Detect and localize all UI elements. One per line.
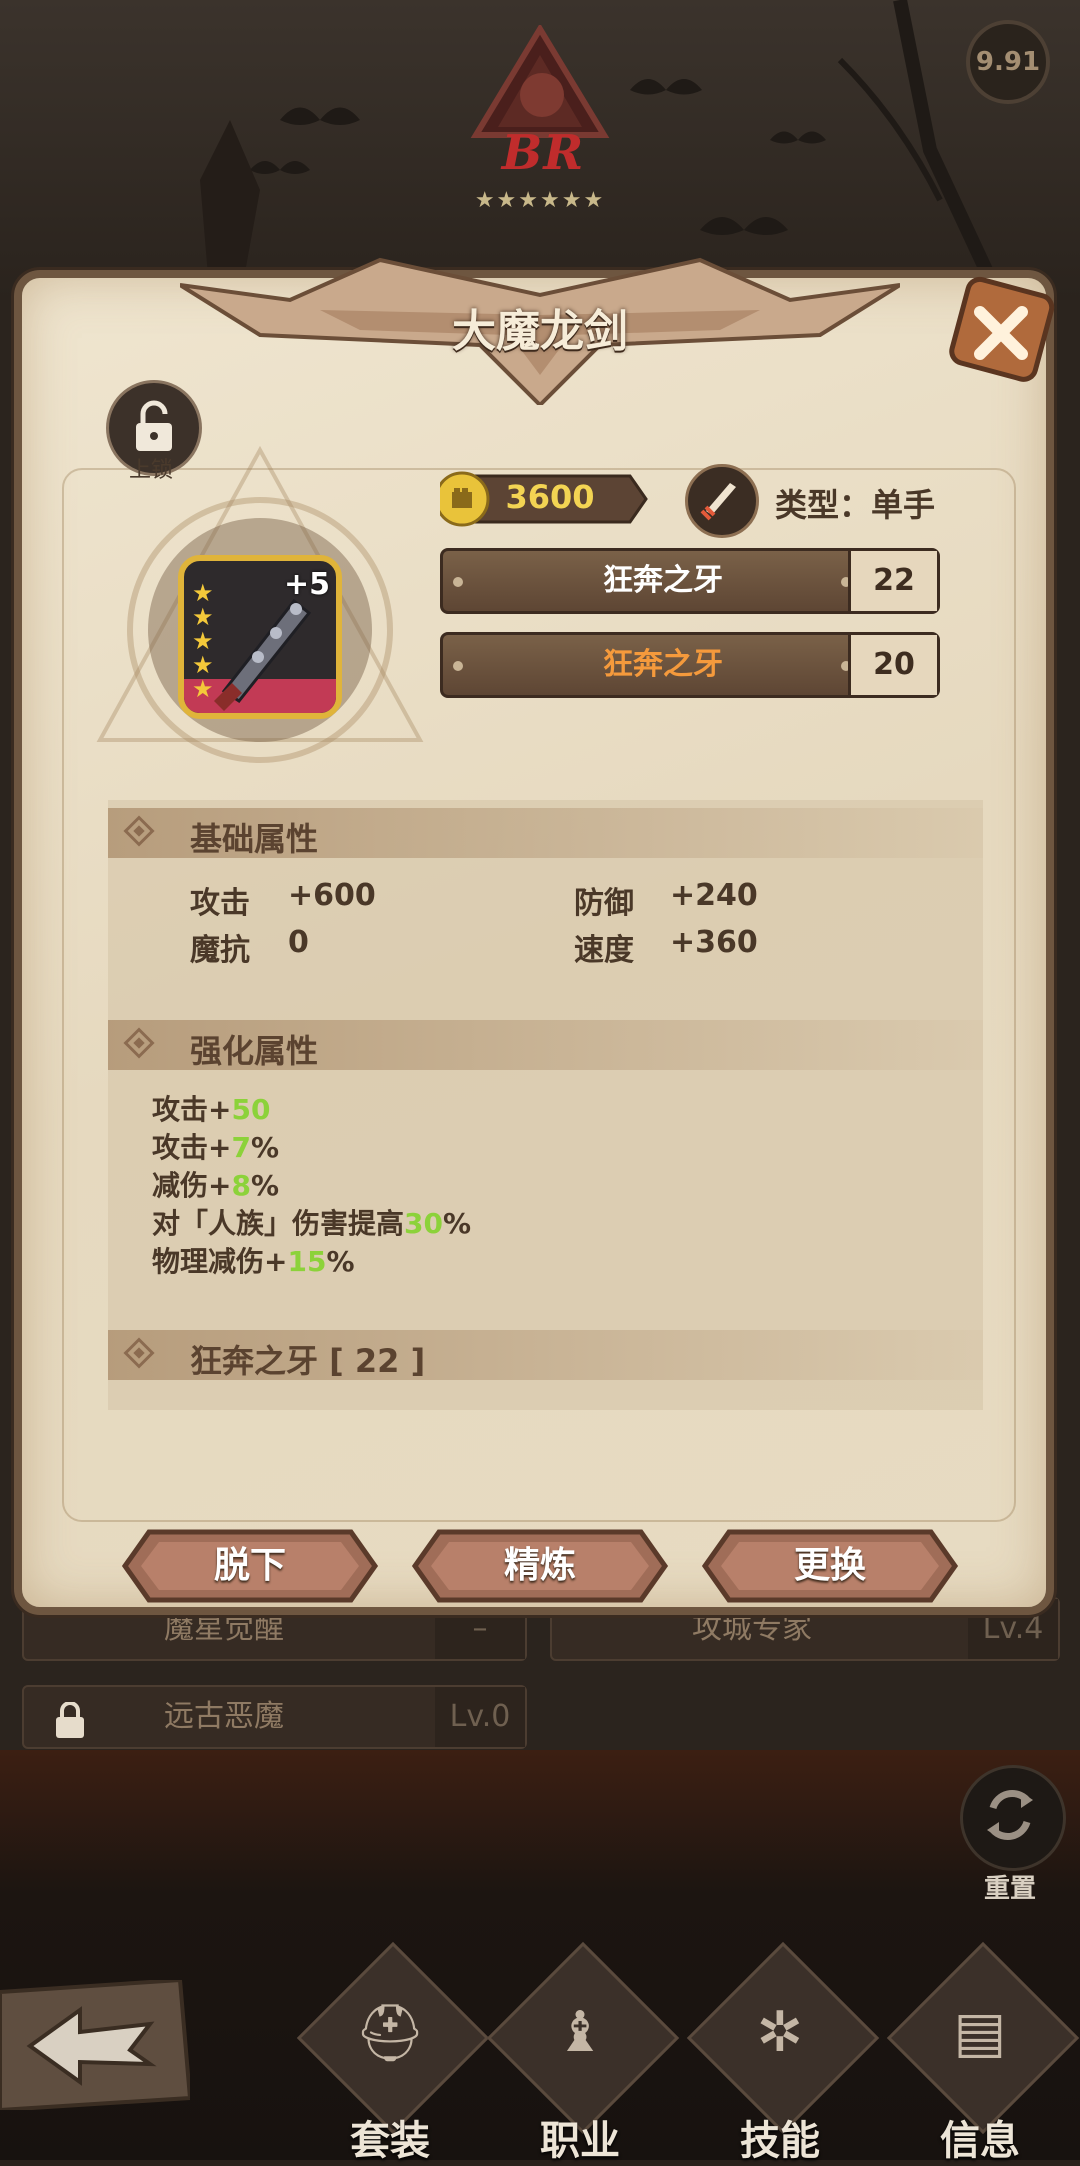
bg-row-label: 远古恶魔 <box>164 1699 284 1734</box>
padlock-icon <box>52 1699 88 1738</box>
reset-button[interactable] <box>960 1765 1066 1871</box>
enhance-line: 物理减伤+15% <box>152 1245 355 1278</box>
bg-row-ancient-demon[interactable]: 远古恶魔 Lv.0 <box>22 1685 527 1749</box>
reset-label: 重置 <box>983 1874 1036 1904</box>
row-dot <box>453 577 463 587</box>
magic-res-label: 魔抗 <box>190 933 250 968</box>
attack-value: +600 <box>288 878 376 913</box>
rank-stars: ★★★★★★ <box>474 188 606 213</box>
section-header-enhance: 强化属性 <box>108 1020 983 1070</box>
enhance-line: 攻击+50 <box>152 1093 271 1126</box>
section-title: 基础属性 <box>190 820 319 858</box>
section-header-base: 基础属性 <box>108 808 983 858</box>
back-button[interactable] <box>0 1977 193 2113</box>
set-bonus-row[interactable]: 狂奔之牙 20 <box>440 632 940 698</box>
refine-label: 精炼 <box>503 1545 576 1586</box>
row-dot <box>453 661 463 671</box>
magic-res-value: 0 <box>288 925 309 960</box>
replace-label: 更换 <box>793 1545 866 1586</box>
unequip-label: 脱下 <box>213 1545 286 1586</box>
section-title: 狂奔之牙 [ 22 ] <box>190 1342 426 1380</box>
diamond-icon <box>123 815 155 847</box>
one-hand-sword-icon <box>685 464 759 538</box>
set-name: 狂奔之牙 <box>603 563 723 598</box>
nav-label: 职业 <box>540 2118 620 2164</box>
back-arrow-icon <box>0 1977 193 2113</box>
item-icon-frame[interactable]: ★ ★ ★ ★ ★ +5 <box>178 555 342 719</box>
nav-item-skill[interactable]: ✲ 技能 <box>686 1941 880 2164</box>
attack-label: 攻击 <box>190 886 250 921</box>
replace-button[interactable]: 更换 <box>695 1526 965 1606</box>
diamond-icon <box>123 1027 155 1059</box>
close-icon <box>949 276 1055 382</box>
section-header-set: 狂奔之牙 [ 22 ] <box>108 1330 983 1380</box>
set-count: 20 <box>848 635 937 695</box>
chess-piece-icon: ♝ <box>554 2000 606 2065</box>
attribute-scroll-area[interactable]: 基础属性 攻击 +600 防御 +240 魔抗 0 速度 +360 强化属性 攻… <box>108 800 983 1410</box>
refine-button[interactable]: 精炼 <box>405 1526 675 1606</box>
enhance-level: +5 <box>284 567 331 602</box>
nav-label: 信息 <box>940 2118 1020 2164</box>
speed-value: +360 <box>670 925 758 960</box>
diamond-icon <box>123 1337 155 1369</box>
skill-rune-icon: ✲ <box>756 2000 804 2065</box>
close-button[interactable] <box>940 268 1060 396</box>
item-name: 大魔龙剑 <box>452 306 628 357</box>
speed-label: 速度 <box>574 933 634 968</box>
enhance-line: 攻击+7% <box>152 1131 280 1164</box>
enhance-line: 减伤+8% <box>152 1169 280 1202</box>
rank-emblem: BR <box>470 25 610 181</box>
set-bonus-row[interactable]: 狂奔之牙 22 <box>440 548 940 614</box>
defense-value: +240 <box>670 878 758 913</box>
defense-label: 防御 <box>574 886 634 921</box>
set-name: 狂奔之牙 <box>603 647 723 682</box>
enhance-line: 对「人族」伤害提高30% <box>152 1207 472 1240</box>
refresh-icon <box>987 1790 1033 1840</box>
section-title: 强化属性 <box>190 1032 319 1070</box>
item-stars: ★ ★ ★ ★ ★ <box>192 579 214 703</box>
rank-badge-text: BR <box>501 125 585 181</box>
nav-label: 技能 <box>740 2118 820 2164</box>
nav-label: 套装 <box>350 2118 430 2164</box>
unequip-button[interactable]: 脱下 <box>115 1526 385 1606</box>
power-value: 3600 <box>505 478 595 516</box>
bg-row-level: Lv.0 <box>435 1687 525 1747</box>
helmet-icon: ⛑ <box>354 2001 426 2066</box>
version-badge[interactable]: 9.91 <box>966 20 1050 104</box>
nav-item-info[interactable]: ▤ 信息 <box>886 1941 1080 2164</box>
set-count: 22 <box>848 551 937 611</box>
nav-item-class[interactable]: ♝ 职业 <box>486 1941 680 2164</box>
nav-item-set[interactable]: ⛑ 套装 <box>296 1941 490 2164</box>
weapon-type: 类型：单手 <box>775 486 936 524</box>
document-icon: ▤ <box>953 2000 1007 2065</box>
